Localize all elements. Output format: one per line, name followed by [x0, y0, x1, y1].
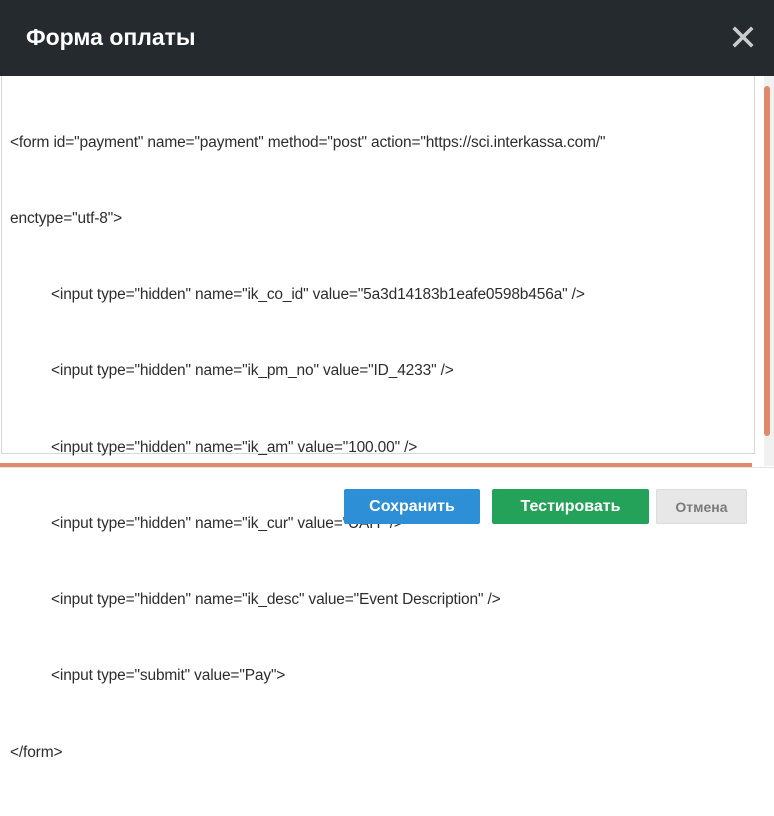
cancel-button[interactable]: Отмена — [656, 489, 747, 524]
dialog-header: Форма оплаты — [0, 0, 774, 76]
code-content: <form id="payment" name="payment" method… — [2, 76, 754, 816]
code-line: <input type="submit" value="Pay"> — [51, 667, 286, 685]
close-icon[interactable] — [732, 24, 754, 50]
code-editor-area: <form id="payment" name="payment" method… — [0, 76, 774, 761]
code-line: </form> — [10, 743, 63, 761]
code-line: <form id="payment" name="payment" method… — [10, 133, 606, 151]
code-line: <input type="hidden" name="ik_am" value=… — [51, 438, 418, 456]
code-line: <input type="hidden" name="ik_co_id" val… — [51, 286, 585, 304]
code-line: enctype="utf-8"> — [10, 210, 123, 228]
scrollbar-thumb[interactable] — [764, 86, 770, 436]
footer-divider — [0, 467, 774, 468]
code-line: <input type="hidden" name="ik_pm_no" val… — [51, 362, 454, 380]
dialog-title: Форма оплаты — [26, 24, 196, 50]
payment-form-dialog: Форма оплаты <form id="payment" name="pa… — [0, 0, 774, 761]
code-editor[interactable]: <form id="payment" name="payment" method… — [1, 76, 755, 761]
test-button[interactable]: Тестировать — [492, 489, 649, 524]
save-button[interactable]: Сохранить — [344, 489, 480, 524]
code-line: <input type="hidden" name="ik_desc" valu… — [51, 591, 501, 609]
